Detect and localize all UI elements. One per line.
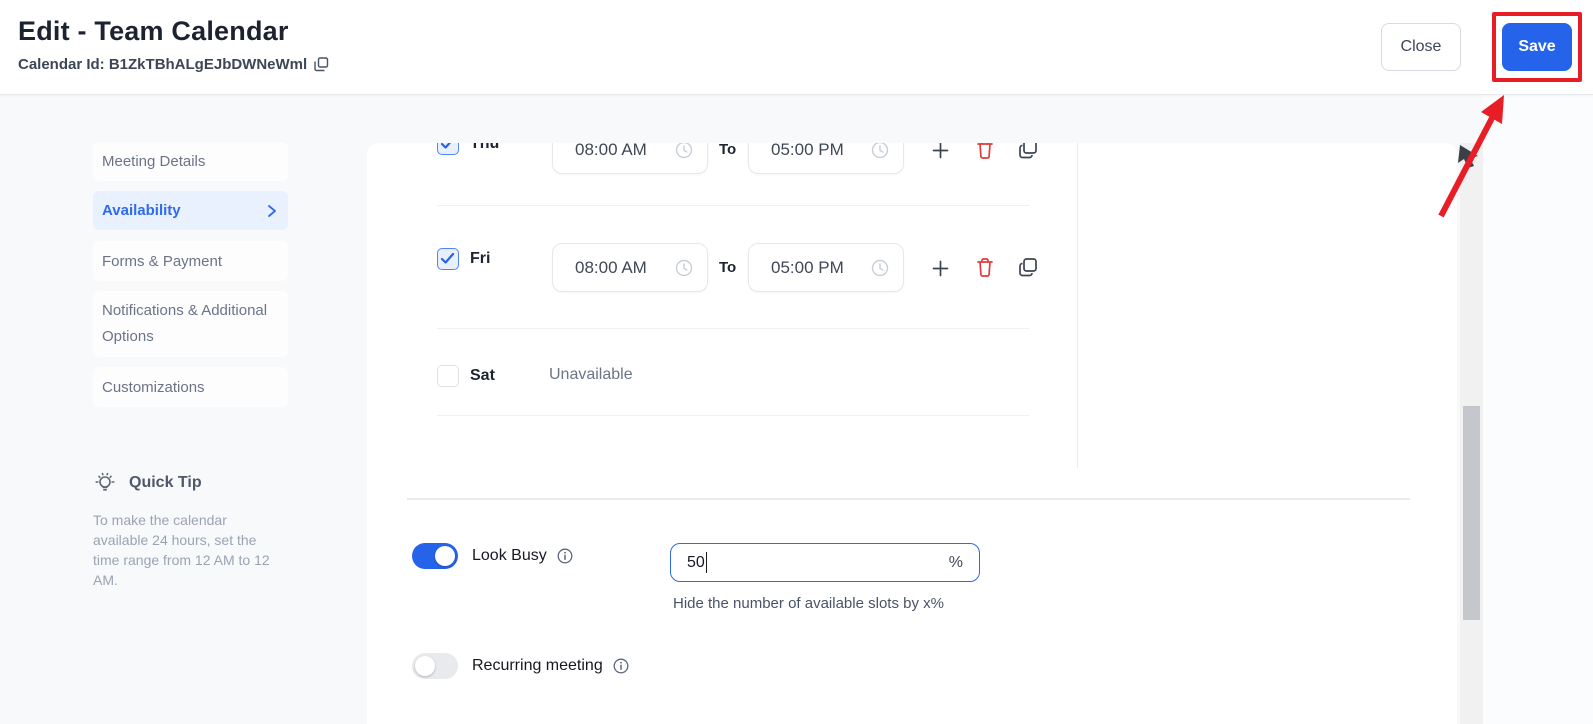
- to-label: To: [719, 143, 737, 158]
- fri-end-time-input[interactable]: 05:00 PM: [748, 243, 904, 292]
- availability-row-sat: Sat Unavailable: [367, 365, 1067, 415]
- look-busy-percent-input[interactable]: 50 %: [670, 543, 980, 582]
- divider: [437, 205, 1030, 206]
- quick-tip-title: Quick Tip: [129, 474, 202, 491]
- divider: [1077, 143, 1078, 468]
- thu-add-slot-button[interactable]: [926, 143, 954, 164]
- look-busy-toggle[interactable]: [412, 543, 458, 569]
- fri-add-slot-button[interactable]: [926, 254, 954, 282]
- thu-end-time-value: 05:00 PM: [771, 143, 844, 159]
- thu-checkbox[interactable]: [437, 143, 459, 155]
- fri-end-time-value: 05:00 PM: [771, 257, 844, 277]
- look-busy-label: Look Busy: [472, 547, 547, 564]
- fri-checkbox[interactable]: [437, 248, 459, 270]
- availability-row-thu: Thu 08:00 AM To 05:00 PM: [367, 143, 1067, 175]
- thu-end-time-input[interactable]: 05:00 PM: [748, 143, 904, 174]
- scrollbar-track[interactable]: [1460, 143, 1483, 724]
- sidebar-item-label: Availability: [102, 202, 181, 219]
- save-button[interactable]: Save: [1502, 23, 1572, 71]
- clock-icon: [675, 259, 693, 277]
- fri-start-time-value: 08:00 AM: [575, 257, 647, 277]
- sidebar-item-label: Meeting Details: [102, 153, 206, 170]
- clock-icon: [675, 143, 693, 159]
- fri-start-time-input[interactable]: 08:00 AM: [552, 243, 708, 292]
- sidebar-item-availability[interactable]: Availability: [93, 191, 288, 230]
- sidebar-item-label: Forms & Payment: [102, 252, 223, 270]
- recurring-meeting-row: Recurring meeting: [412, 653, 629, 679]
- text-caret: [705, 552, 708, 573]
- quick-tip-header: Quick Tip: [93, 471, 202, 495]
- recurring-meeting-toggle[interactable]: [412, 653, 458, 679]
- sat-checkbox[interactable]: [437, 365, 459, 387]
- recurring-meeting-label: Recurring meeting: [472, 657, 603, 674]
- look-busy-percent-value: 50: [687, 553, 705, 571]
- sidebar-item-customizations[interactable]: Customizations: [93, 367, 288, 407]
- fri-label: Fri: [470, 250, 491, 267]
- fri-delete-button[interactable]: [971, 253, 999, 281]
- thu-start-time-input[interactable]: 08:00 AM: [552, 143, 708, 174]
- toggle-knob: [415, 656, 435, 676]
- quick-tip-body: To make the calendar available 24 hours,…: [93, 512, 270, 588]
- sidebar-item-label: Notifications & Additional Options: [102, 302, 268, 345]
- fri-copy-button[interactable]: [1014, 253, 1042, 281]
- info-icon[interactable]: [613, 658, 629, 674]
- page-title: Edit - Team Calendar: [18, 16, 289, 46]
- divider: [437, 328, 1030, 329]
- chevron-right-icon: [266, 204, 278, 218]
- lightbulb-icon: [93, 471, 117, 495]
- percent-suffix: %: [948, 553, 963, 571]
- thu-delete-button[interactable]: [971, 143, 999, 163]
- availability-row-fri: Fri 08:00 AM To 05:00 PM: [367, 243, 1067, 293]
- edit-team-calendar-page: Edit - Team Calendar Calendar Id: B1ZkTB…: [0, 0, 1593, 724]
- look-busy-help-text: Hide the number of available slots by x%: [673, 595, 944, 612]
- info-icon[interactable]: [557, 548, 573, 564]
- to-label: To: [719, 259, 737, 276]
- right-gutter: [1483, 95, 1593, 724]
- calendar-id: Calendar Id: B1ZkTBhALgEJbDWNeWml: [18, 56, 329, 73]
- toggle-knob: [435, 546, 455, 566]
- divider: [407, 498, 1410, 500]
- divider: [437, 415, 1030, 416]
- clock-icon: [871, 143, 889, 159]
- sidebar-item-forms-payment[interactable]: Forms & Payment: [93, 241, 288, 281]
- copy-icon[interactable]: [314, 57, 329, 72]
- sidebar-item-label: Customizations: [102, 378, 205, 396]
- close-button[interactable]: Close: [1381, 23, 1461, 71]
- look-busy-row: Look Busy: [412, 543, 573, 569]
- sidebar-item-notifications[interactable]: Notifications & Additional Options: [93, 291, 288, 357]
- sat-status: Unavailable: [549, 366, 633, 383]
- calendar-id-text: Calendar Id: B1ZkTBhALgEJbDWNeWml: [18, 56, 308, 73]
- thu-label: Thu: [470, 143, 500, 152]
- scrollbar-thumb[interactable]: [1463, 406, 1480, 620]
- thu-start-time-value: 08:00 AM: [575, 143, 647, 159]
- clock-icon: [871, 259, 889, 277]
- availability-panel: Thu 08:00 AM To 05:00 PM Fri 08:00 AM To…: [367, 143, 1457, 724]
- header: Edit - Team Calendar Calendar Id: B1ZkTB…: [0, 0, 1593, 95]
- thu-copy-button[interactable]: [1014, 143, 1042, 163]
- sat-label: Sat: [470, 367, 495, 384]
- sidebar-item-meeting-details[interactable]: Meeting Details: [93, 142, 288, 181]
